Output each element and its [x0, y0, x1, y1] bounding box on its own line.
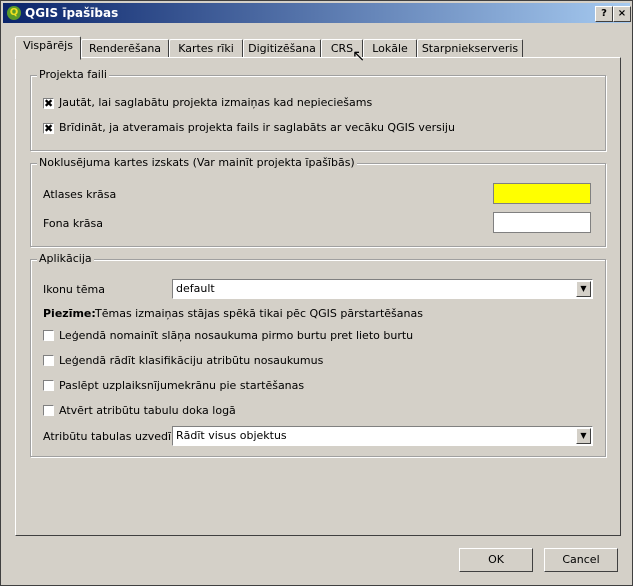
checkbox-label: Jautāt, lai saglabātu projekta izmaiņas …: [59, 96, 373, 109]
prompt-save-checkbox[interactable]: ✖: [43, 98, 54, 109]
group-title: Aplikācija: [37, 252, 94, 265]
group-title: Noklusējuma kartes izskats (Var mainīt p…: [37, 156, 357, 169]
chevron-down-icon[interactable]: ▼: [576, 428, 591, 444]
mouse-cursor-icon: ↖: [352, 46, 366, 65]
window-title: QGIS īpašības: [25, 6, 119, 20]
title-bar[interactable]: Q QGIS īpašības ? ×: [3, 3, 631, 23]
tab-general[interactable]: Vispārējs: [15, 36, 81, 60]
qgis-logo-icon: Q: [7, 6, 21, 20]
group-title: Projekta faili: [37, 68, 109, 81]
selection-color-button[interactable]: [493, 183, 591, 204]
application-group: Aplikācija Ikonu tēma default ▼ Piezīme:…: [30, 252, 606, 457]
attribute-table-behaviour-label: Atribūtu tabulas uzvedība: [43, 430, 185, 443]
cancel-button[interactable]: Cancel: [544, 548, 618, 572]
checkbox-label: Leģendā rādīt klasifikāciju atribūtu nos…: [59, 354, 324, 367]
hide-splash-checkbox[interactable]: [43, 380, 54, 391]
note-text: Tēmas izmaiņas stājas spēkā tikai pēc QG…: [95, 307, 423, 320]
checkbox-label: Leģendā nomainīt slāņa nosaukuma pirmo b…: [59, 329, 414, 342]
tab-proxy[interactable]: Starpniekserveris: [417, 39, 523, 59]
checkbox-label: Paslēpt uzplaiksnījumekrānu pie startēša…: [59, 379, 305, 392]
default-map-appearance-group: Noklusējuma kartes izskats (Var mainīt p…: [30, 156, 606, 247]
ok-button[interactable]: OK: [459, 548, 533, 572]
tab-digitizing[interactable]: Digitizēšana: [243, 39, 321, 59]
general-tab-panel: Projekta faili ✖ Jautāt, lai saglabātu p…: [15, 57, 621, 536]
chevron-down-icon[interactable]: ▼: [576, 281, 591, 297]
warn-old-version-checkbox[interactable]: ✖: [43, 123, 54, 134]
project-files-group: Projekta faili ✖ Jautāt, lai saglabātu p…: [30, 68, 606, 151]
note-label: Piezīme:: [43, 307, 96, 320]
background-color-button[interactable]: [493, 212, 591, 233]
capitalize-layer-name-checkbox[interactable]: [43, 330, 54, 341]
background-color-label: Fona krāsa: [43, 217, 103, 230]
show-classification-attribute-checkbox[interactable]: [43, 355, 54, 366]
close-button[interactable]: ×: [613, 6, 631, 22]
checkbox-label: Brīdināt, ja atveramais projekta fails i…: [59, 121, 455, 134]
tab-locale[interactable]: Lokāle: [363, 39, 417, 59]
selection-color-label: Atlases krāsa: [43, 188, 117, 201]
attribute-table-dock-checkbox[interactable]: [43, 405, 54, 416]
combo-value: Rādīt visus objektus: [176, 429, 287, 442]
attribute-table-behaviour-combo[interactable]: Rādīt visus objektus ▼: [172, 426, 593, 446]
icon-theme-label: Ikonu tēma: [43, 283, 105, 296]
tab-map-tools[interactable]: Kartes rīki: [169, 39, 243, 59]
combo-value: default: [176, 282, 215, 295]
tab-rendering[interactable]: Renderēšana: [81, 39, 169, 59]
help-button[interactable]: ?: [595, 6, 613, 22]
icon-theme-combo[interactable]: default ▼: [172, 279, 593, 299]
checkbox-label: Atvērt atribūtu tabulu doka logā: [59, 404, 236, 417]
qgis-options-dialog: Q QGIS īpašības ? × Vispārējs Renderēšan…: [0, 0, 633, 586]
